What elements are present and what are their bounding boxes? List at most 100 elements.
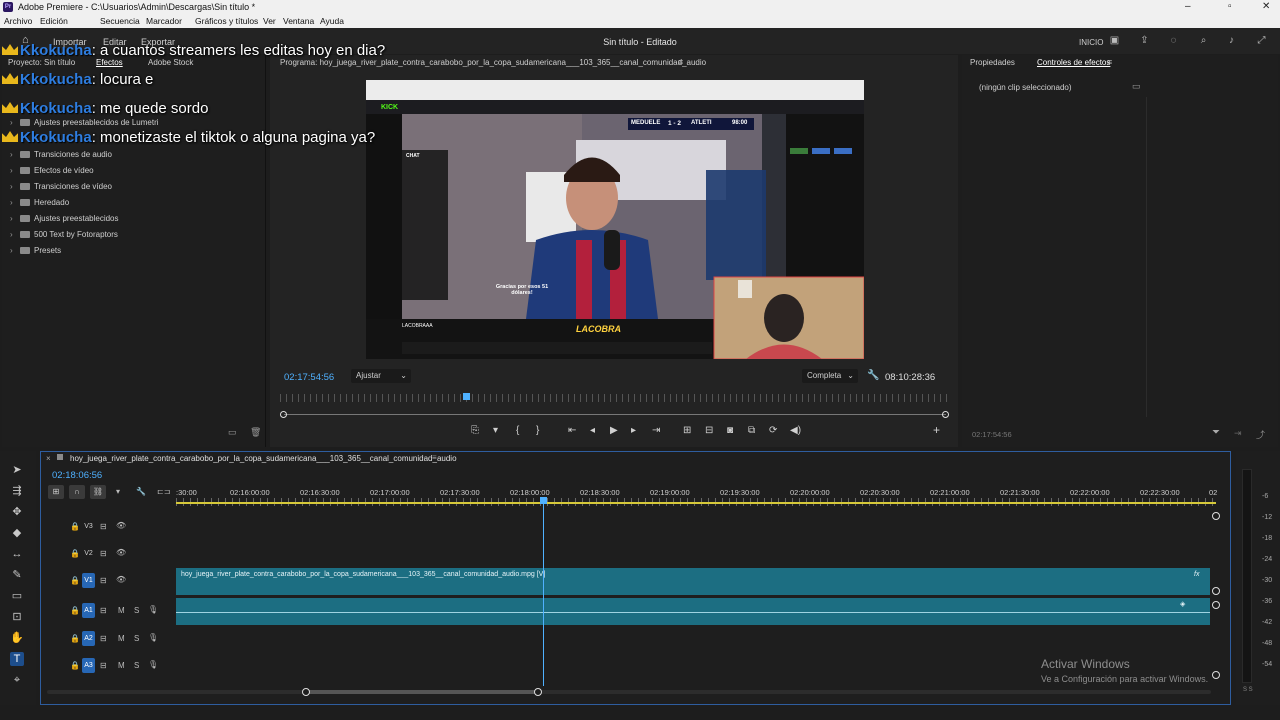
sync-lock-icon[interactable]: ⊟ (100, 606, 107, 615)
linked-selection-icon[interactable]: ⛓ (90, 485, 106, 499)
scroll-handle-bottom[interactable] (1212, 671, 1220, 679)
extract-icon[interactable]: ⊟ (705, 425, 713, 436)
track-label-v2[interactable]: V2 (82, 546, 95, 561)
nest-toggle-icon[interactable]: ⊞ (48, 485, 64, 499)
panel-menu-icon[interactable]: ≡ (432, 453, 437, 462)
menu-marcador[interactable]: Marcador (146, 16, 182, 26)
zoom-handle-left[interactable] (280, 411, 287, 418)
effects-item-audio-transitions[interactable]: › Transiciones de audio (10, 150, 112, 164)
scroll-handle-top[interactable] (1212, 512, 1220, 520)
workspace-inicio[interactable]: INICIO (1079, 38, 1103, 47)
audio-volume-line[interactable] (176, 612, 1210, 613)
razor-tool-icon[interactable]: ◆ (10, 526, 24, 540)
type-tool-icon[interactable]: T (10, 652, 24, 666)
solo-button[interactable]: S (134, 634, 139, 643)
insert-icon[interactable]: ⎘ (471, 425, 479, 436)
audio-clip-a1[interactable]: ◈ (176, 598, 1210, 625)
meter-solo-labels[interactable]: S S (1243, 687, 1253, 693)
track-label-v1[interactable]: V1 (82, 573, 95, 588)
effects-item-presets[interactable]: › Presets (10, 246, 61, 260)
panel-menu-icon[interactable]: ≡ (678, 57, 683, 67)
pen-tool-icon[interactable]: ✎ (10, 568, 24, 582)
microphone-icon[interactable]: 🎙 (148, 660, 158, 669)
menu-secuencia[interactable]: Secuencia (100, 16, 140, 26)
microphone-icon[interactable]: 🎙 (148, 633, 158, 642)
effects-item-500-text[interactable]: › 500 Text by Fotoraptors (10, 230, 118, 244)
program-ruler[interactable] (280, 394, 948, 402)
maximize-icon[interactable]: ▫ (1228, 1, 1232, 12)
mute-button[interactable]: M (118, 606, 125, 615)
track-label-a2[interactable]: A2 (82, 631, 95, 646)
track-label-a3[interactable]: A3 (82, 658, 95, 673)
solo-button[interactable]: S (134, 661, 139, 670)
tab-effect-controls[interactable]: Controles de efectos (1037, 58, 1110, 67)
close-sequence-icon[interactable]: × (46, 454, 51, 463)
fit-dropdown[interactable]: Ajustar ⌄ (351, 369, 411, 383)
step-forward-icon[interactable]: ▸ (631, 425, 636, 436)
timeline-settings-icon[interactable]: 🔧 (136, 487, 146, 496)
track-label-v3[interactable]: V3 (82, 519, 95, 534)
track-label-a1[interactable]: A1 (82, 603, 95, 618)
sequence-tab[interactable]: hoy_juega_river_plate_contra_carabobo_po… (70, 454, 457, 463)
effects-item-presets-es[interactable]: › Ajustes preestablecidos (10, 214, 119, 228)
hand-zoom-tool-icon[interactable]: ⊡ (10, 610, 24, 624)
wrench-icon[interactable]: 🔧 (867, 370, 879, 381)
slip-tool-icon[interactable]: ↔ (10, 547, 24, 561)
effects-item-legacy[interactable]: › Heredado (10, 198, 69, 212)
timeline-scroll-thumb[interactable] (306, 690, 538, 694)
tab-project[interactable]: Proyecto: Sin título (8, 58, 75, 67)
lock-icon[interactable]: 🔒 (70, 549, 80, 558)
video-clip-v1[interactable]: hoy_juega_river_plate_contra_carabobo_po… (176, 568, 1210, 595)
timeline-playhead-line[interactable] (543, 504, 544, 686)
track-select-tool-icon[interactable]: ⇶ (10, 484, 24, 498)
selection-tool-icon[interactable]: ➤ (10, 463, 24, 477)
sync-lock-icon[interactable]: ⊟ (100, 634, 107, 643)
mute-button[interactable]: M (118, 661, 125, 670)
snap-icon[interactable]: ∩ (69, 485, 85, 499)
lock-icon[interactable]: 🔒 (70, 576, 80, 585)
camera-icon[interactable]: ◙ (727, 425, 733, 436)
lock-icon[interactable]: 🔒 (70, 661, 80, 670)
speaker-icon[interactable]: ◀) (790, 425, 801, 436)
sync-lock-icon[interactable]: ⊟ (100, 522, 107, 531)
effects-item-video-transitions[interactable]: › Transiciones de vídeo (10, 182, 112, 196)
menu-archivo[interactable]: Archivo (4, 16, 32, 26)
workspace-icon[interactable]: ▣ (1109, 36, 1120, 46)
volume-icon[interactable]: ♪ (1226, 36, 1237, 46)
hand-tool-icon[interactable]: ✋ (10, 631, 24, 645)
step-back-icon[interactable]: ◂ (590, 425, 595, 436)
play-icon[interactable]: ▶ (610, 425, 618, 436)
effects-item-video-effects[interactable]: › Efectos de vídeo (10, 166, 94, 180)
search-icon[interactable]: ⌕ (1198, 36, 1209, 46)
tab-adobe-stock[interactable]: Adobe Stock (148, 58, 193, 67)
program-zoom-bar[interactable] (284, 414, 946, 415)
progress-icon[interactable]: ◌ (1168, 36, 1179, 46)
add-marker-icon[interactable]: ▾ (116, 487, 120, 496)
sync-lock-icon[interactable]: ⊟ (100, 549, 107, 558)
tab-properties[interactable]: Propiedades (970, 58, 1015, 67)
minimize-icon[interactable]: – (1185, 1, 1191, 12)
tab-effects[interactable]: Efectos (96, 58, 123, 67)
scroll-thumb-right[interactable] (534, 688, 542, 696)
menu-ayuda[interactable]: Ayuda (320, 16, 344, 26)
lock-icon[interactable]: 🔒 (70, 606, 80, 615)
menu-edicion[interactable]: Edición (40, 16, 68, 26)
mute-button[interactable]: M (118, 634, 125, 643)
fx-badge[interactable]: fx (1194, 571, 1199, 578)
program-current-timecode[interactable]: 02:17:54:56 (284, 372, 334, 383)
go-to-out-icon[interactable]: ⇥ (652, 425, 660, 436)
compare-icon[interactable]: ⧉ (748, 425, 755, 436)
program-playhead[interactable] (463, 393, 470, 400)
filter-icon[interactable]: ⏷ (1212, 427, 1220, 438)
lift-icon[interactable]: ⊞ (683, 425, 691, 436)
menu-ventana[interactable]: Ventana (283, 16, 314, 26)
ripple-edit-tool-icon[interactable]: ✥ (10, 505, 24, 519)
rectangle-tool-icon[interactable]: ▭ (10, 589, 24, 603)
sync-lock-icon[interactable]: ⊟ (100, 661, 107, 670)
marker-icon[interactable]: ▾ (493, 425, 498, 436)
sync-lock-icon[interactable]: ⊟ (100, 576, 107, 585)
zoom-handle-right[interactable] (942, 411, 949, 418)
lock-icon[interactable]: 🔒 (70, 522, 80, 531)
microphone-icon[interactable]: 🎙 (148, 605, 158, 614)
solo-button[interactable]: S (134, 606, 139, 615)
